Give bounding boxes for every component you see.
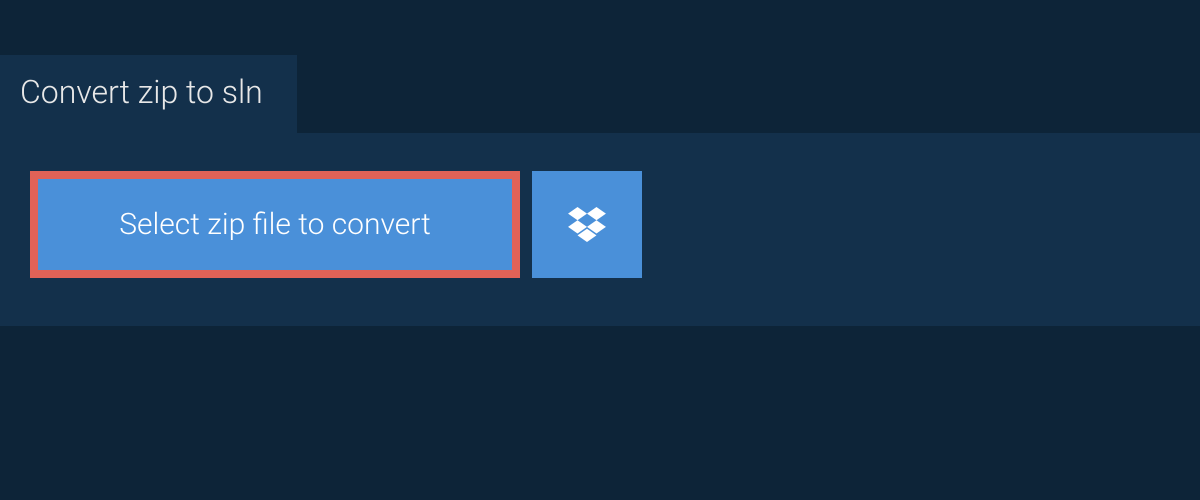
tab-bar: Convert zip to sln: [0, 0, 1200, 133]
convert-panel: Select zip file to convert: [0, 133, 1200, 326]
select-file-button[interactable]: Select zip file to convert: [30, 171, 520, 278]
tab-label: Convert zip to sln: [20, 73, 263, 111]
dropbox-icon: [568, 207, 606, 243]
tab-convert[interactable]: Convert zip to sln: [0, 55, 297, 133]
dropbox-button[interactable]: [532, 171, 642, 278]
button-row: Select zip file to convert: [30, 171, 1170, 278]
select-file-label: Select zip file to convert: [119, 207, 430, 242]
